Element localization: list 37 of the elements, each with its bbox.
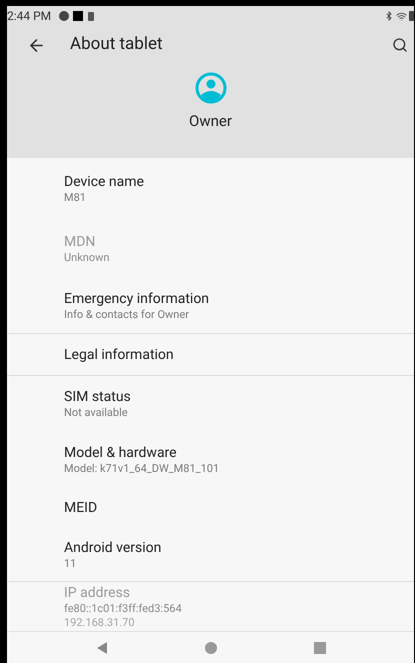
search-icon: [392, 37, 408, 53]
wifi-icon: [396, 10, 407, 22]
settings-item[interactable]: MEID: [7, 488, 414, 528]
item-title: MEID: [64, 499, 98, 517]
item-title: Android version: [64, 538, 162, 556]
item-subtitle: M81: [64, 191, 87, 205]
status-time: 2:44 PM: [7, 8, 52, 25]
settings-item[interactable]: SIM status Not available: [7, 376, 414, 431]
item-title: SIM status: [64, 388, 132, 406]
item-subtitle: Not available: [64, 406, 129, 420]
recents-nav-icon[interactable]: [314, 642, 326, 654]
account-icon: [194, 72, 226, 104]
item-title: Legal information: [64, 346, 175, 364]
item-title: MDN: [64, 233, 96, 251]
item-subtitle: Unknown: [64, 251, 110, 265]
item-subtitle: Info & contacts for Owner: [64, 308, 190, 322]
status-square-icon: [73, 11, 84, 21]
status-sd-icon: [88, 12, 94, 20]
back-nav-icon[interactable]: [96, 640, 108, 654]
settings-item[interactable]: Legal information: [7, 334, 414, 376]
item-subtitle: 11: [64, 556, 78, 570]
battery-icon: [409, 11, 414, 21]
item-subtitle: fe80::1c01:f3ff:fed3:564: [64, 602, 183, 616]
item-title: Device name: [64, 173, 145, 191]
toolbar-title: About tablet: [70, 33, 163, 56]
item-title: Emergency information: [64, 290, 210, 308]
home-nav-icon[interactable]: [204, 642, 216, 654]
settings-item[interactable]: Model & hardware Model: k71v1_64_DW_M81_101: [7, 431, 414, 488]
item-title: Model & hardware: [64, 444, 178, 462]
bluetooth-icon: [384, 11, 394, 21]
item-subtitle: 192.168.31.70: [64, 616, 136, 630]
settings-item[interactable]: Emergency information Info & contacts for Owner: [7, 278, 414, 334]
settings-item[interactable]: Android version 11: [7, 528, 414, 582]
item-title: IP address: [64, 584, 132, 602]
item-subtitle: Model: k71v1_64_DW_M81_101: [64, 462, 220, 476]
profile-name: Owner: [189, 111, 232, 132]
settings-item[interactable]: Device name M81: [7, 158, 414, 220]
